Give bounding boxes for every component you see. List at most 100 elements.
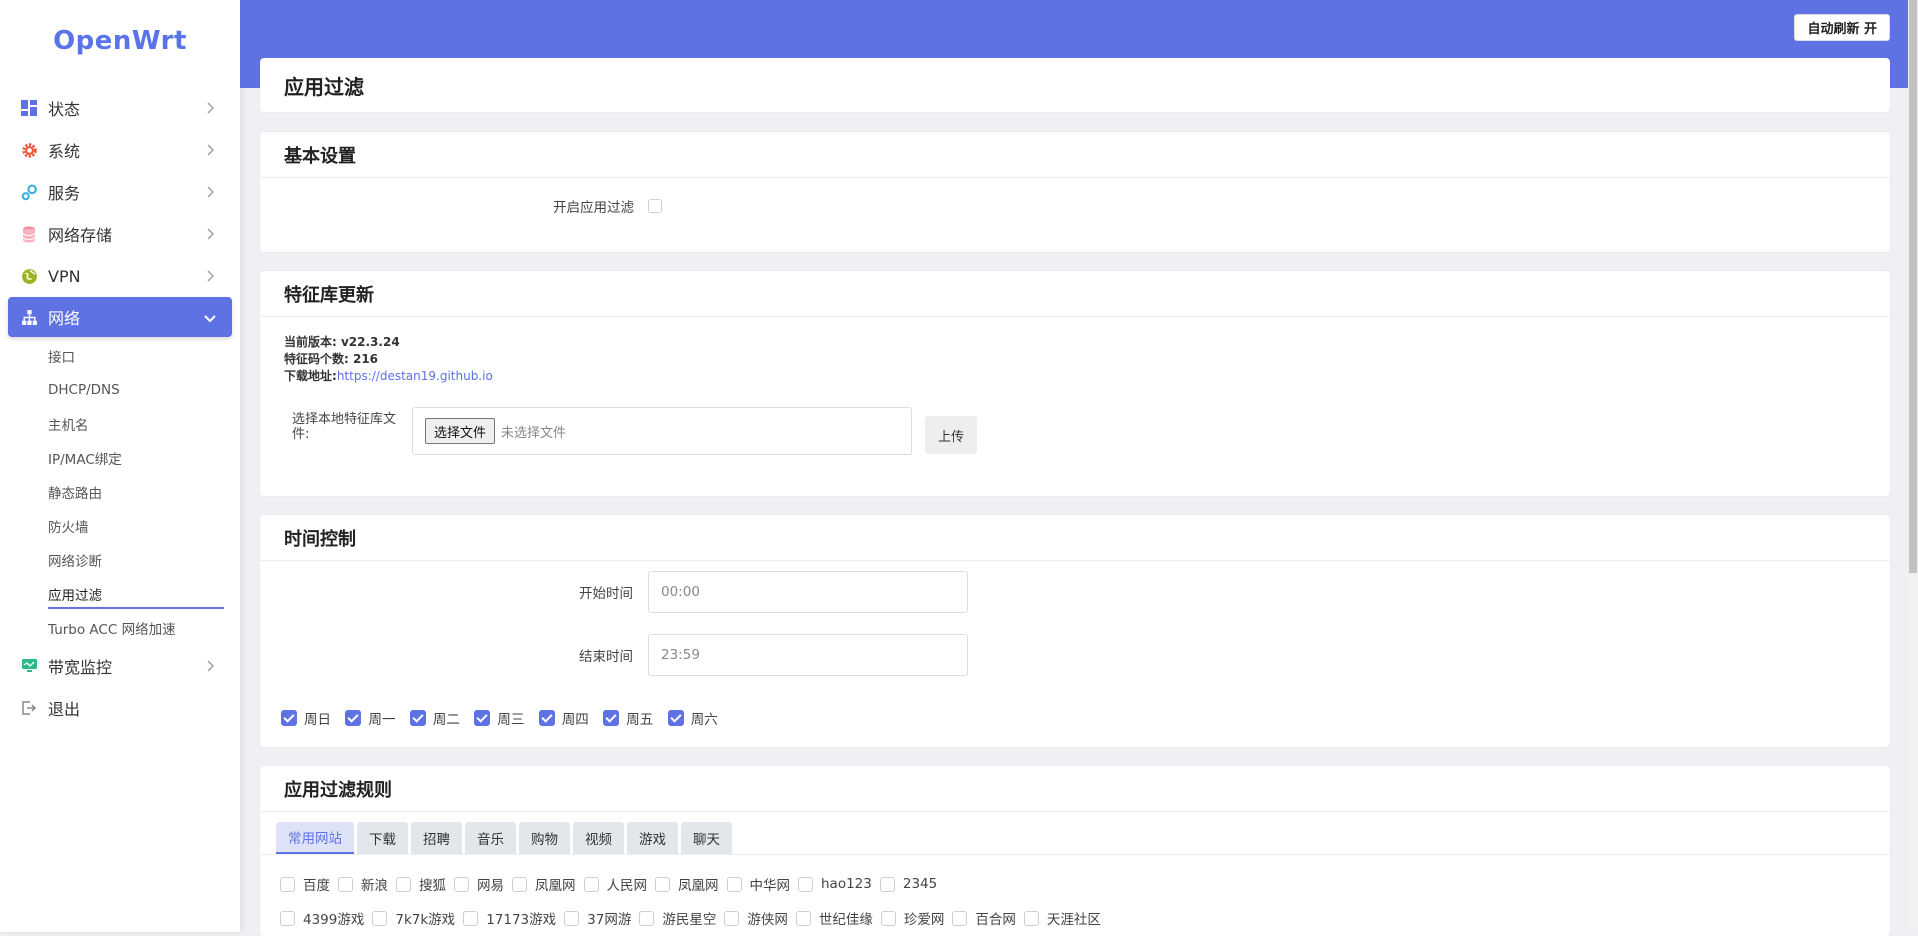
weekday-tuesday[interactable]: 周二 xyxy=(409,708,460,728)
weekday-monday[interactable]: 周一 xyxy=(345,708,395,728)
rule-item[interactable]: 天涯社区 xyxy=(1023,908,1101,928)
tab-shopping[interactable]: 购物 xyxy=(519,822,570,854)
rule-checkbox[interactable] xyxy=(952,910,968,926)
submenu-item-hostnames[interactable]: 主机名 xyxy=(0,407,240,441)
submenu-item-ip-mac-binding[interactable]: IP/MAC绑定 xyxy=(0,441,240,475)
rule-item[interactable]: 人民网 xyxy=(583,874,647,894)
rule-checkbox[interactable] xyxy=(372,910,388,926)
rule-checkbox[interactable] xyxy=(280,910,295,926)
filter-rules-section: 应用过滤规则 常用网站 下载 招聘 音乐 购物 视频 游戏 聊天 百度 新浪 搜… xyxy=(260,766,1890,936)
rule-checkbox[interactable] xyxy=(880,910,896,926)
rule-item[interactable]: 4399游戏 xyxy=(280,908,364,928)
rule-item[interactable]: 游侠网 xyxy=(724,908,788,928)
weekday-checkbox[interactable] xyxy=(538,710,555,726)
gear-icon xyxy=(20,141,38,159)
rule-checkbox[interactable] xyxy=(280,876,295,892)
sidebar-item-label: 系统 xyxy=(48,142,81,161)
submenu-item-firewall[interactable]: 防火墙 xyxy=(0,509,240,543)
weekday-wednesday[interactable]: 周三 xyxy=(474,708,524,728)
rule-item[interactable]: 2345 xyxy=(879,876,937,892)
submenu-item-static-routes[interactable]: 静态路由 xyxy=(0,475,240,509)
weekday-checkbox[interactable] xyxy=(345,710,362,726)
rule-item[interactable]: 世纪佳缘 xyxy=(795,908,873,928)
weekday-friday[interactable]: 周五 xyxy=(603,708,653,728)
weekday-saturday[interactable]: 周六 xyxy=(667,708,718,728)
rule-checkbox[interactable] xyxy=(798,876,813,892)
weekday-checkbox[interactable] xyxy=(474,710,491,726)
rule-checkbox[interactable] xyxy=(639,910,655,926)
rule-item[interactable]: 游民星空 xyxy=(639,908,716,928)
rule-item[interactable]: 7k7k游戏 xyxy=(372,908,455,928)
tab-music[interactable]: 音乐 xyxy=(465,822,516,854)
submenu-item-dhcp-dns[interactable]: DHCP/DNS xyxy=(0,373,240,407)
weekday-checkbox[interactable] xyxy=(667,710,684,726)
rule-checkbox[interactable] xyxy=(463,910,479,926)
weekday-checkbox[interactable] xyxy=(603,710,620,726)
submenu-item-turbo-acc[interactable]: Turbo ACC 网络加速 xyxy=(0,611,240,645)
rule-checkbox[interactable] xyxy=(512,876,527,892)
choose-file-button[interactable]: 选择文件 xyxy=(425,418,496,444)
rule-checkbox[interactable] xyxy=(1023,910,1039,926)
scrollbar-thumb[interactable] xyxy=(1909,0,1917,573)
enable-app-filter-checkbox[interactable] xyxy=(648,199,662,213)
rule-checkbox[interactable] xyxy=(338,876,353,892)
rule-item[interactable]: 网易 xyxy=(454,874,504,894)
tab-recruitment[interactable]: 招聘 xyxy=(411,822,462,854)
end-time-input[interactable]: 23:59 xyxy=(648,634,968,676)
sidebar-item-network[interactable]: 网络 xyxy=(8,297,232,337)
rule-item[interactable]: 37网游 xyxy=(564,908,631,928)
file-input[interactable]: 选择文件 未选择文件 xyxy=(412,407,912,455)
monitor-icon xyxy=(20,657,38,675)
database-icon xyxy=(20,225,38,243)
sidebar: OpenWrt 状态 系统 服务 网络存储 VPN 网络 接口 DHCP/DNS… xyxy=(0,0,240,932)
sidebar-item-status[interactable]: 状态 xyxy=(8,87,232,129)
rule-checkbox[interactable] xyxy=(879,876,895,892)
sidebar-item-storage[interactable]: 网络存储 xyxy=(8,213,232,255)
logout-icon xyxy=(20,699,38,717)
page-scrollbar[interactable] xyxy=(1908,0,1918,932)
sidebar-item-bandwidth[interactable]: 带宽监控 xyxy=(8,645,232,687)
rule-item[interactable]: hao123 xyxy=(798,876,872,892)
rule-checkbox[interactable] xyxy=(724,910,740,926)
submenu-item-app-filter[interactable]: 应用过滤 xyxy=(0,577,240,611)
rule-checkbox[interactable] xyxy=(655,876,670,892)
download-label: 下载地址: xyxy=(284,369,337,383)
download-link[interactable]: https://destan19.github.io xyxy=(337,369,493,383)
weekday-checkbox[interactable] xyxy=(281,710,297,726)
tab-video[interactable]: 视频 xyxy=(573,822,624,854)
weekday-sunday[interactable]: 周日 xyxy=(281,708,331,728)
rule-item[interactable]: 珍爱网 xyxy=(880,908,944,928)
submenu-item-diagnostics[interactable]: 网络诊断 xyxy=(0,543,240,577)
rule-item[interactable]: 搜狐 xyxy=(396,874,446,894)
tab-common-sites[interactable]: 常用网站 xyxy=(276,822,354,854)
rule-checkbox[interactable] xyxy=(396,876,411,892)
start-time-input[interactable]: 00:00 xyxy=(648,571,968,613)
rule-item[interactable]: 凤凰网 xyxy=(512,874,576,894)
auto-refresh-button[interactable]: 自动刷新 开 xyxy=(1794,14,1890,41)
weekday-thursday[interactable]: 周四 xyxy=(538,708,589,728)
rule-checkbox[interactable] xyxy=(795,910,811,926)
sidebar-item-vpn[interactable]: VPN xyxy=(8,255,232,297)
rule-checkbox[interactable] xyxy=(583,876,599,892)
sidebar-item-system[interactable]: 系统 xyxy=(8,129,232,171)
tab-chat[interactable]: 聊天 xyxy=(681,822,732,854)
brand-logo[interactable]: OpenWrt xyxy=(0,0,240,82)
rule-row-1: 百度 新浪 搜狐 网易 凤凰网 人民网 凤凰网 中华网 hao123 2345 xyxy=(280,874,945,894)
sidebar-item-services[interactable]: 服务 xyxy=(8,171,232,213)
rule-item[interactable]: 中华网 xyxy=(726,874,790,894)
weekday-checkbox[interactable] xyxy=(409,710,426,726)
sidebar-item-logout[interactable]: 退出 xyxy=(8,687,232,729)
tab-games[interactable]: 游戏 xyxy=(627,822,678,854)
rule-checkbox[interactable] xyxy=(454,876,469,892)
rule-item[interactable]: 凤凰网 xyxy=(655,874,719,894)
rule-item[interactable]: 新浪 xyxy=(338,874,388,894)
tab-download[interactable]: 下载 xyxy=(357,822,408,854)
chevron-right-icon xyxy=(207,144,215,156)
rule-item[interactable]: 17173游戏 xyxy=(463,908,556,928)
rule-checkbox[interactable] xyxy=(564,910,580,926)
upload-button[interactable]: 上传 xyxy=(925,416,977,454)
rule-checkbox[interactable] xyxy=(726,876,742,892)
rule-item[interactable]: 百度 xyxy=(280,874,330,894)
submenu-item-interfaces[interactable]: 接口 xyxy=(0,339,240,373)
rule-item[interactable]: 百合网 xyxy=(952,908,1016,928)
